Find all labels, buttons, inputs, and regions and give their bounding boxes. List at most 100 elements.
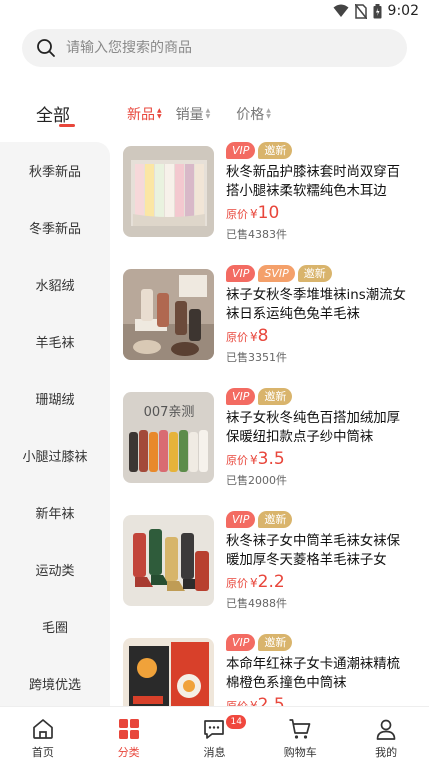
invite-tag: 邀新 (258, 142, 293, 159)
price-row: 原价 ¥ 8 (226, 326, 411, 346)
sidebar-item-label: 运动类 (35, 564, 75, 579)
sidebar-item-label: 水貂绒 (35, 279, 75, 294)
category-sidebar: 秋季新品 冬季新品 水貂绒 羊毛袜 珊瑚绒 小腿过膝袜 新年袜 运动类 毛圈 跨… (0, 142, 110, 706)
svip-tag: SVIP (258, 265, 295, 282)
sidebar-item-label: 跨境优选 (28, 678, 81, 693)
sold-count: 已售2000件 (226, 474, 287, 487)
nav-label: 我的 (375, 746, 398, 759)
product-title[interactable]: 袜子女秋冬纯色百搭加绒加厚保暖纽扣款点子纱中筒袜 (226, 409, 411, 447)
price-value: 2.2 (257, 572, 285, 592)
sort-tab-price[interactable]: 价格 ▲ ▼ (236, 104, 271, 124)
sidebar-item-wool[interactable]: 羊毛袜 (0, 313, 110, 370)
cart-icon (289, 719, 311, 739)
no-sim-icon (354, 3, 367, 19)
currency-symbol: ¥ (250, 576, 258, 590)
wifi-icon (333, 4, 349, 17)
vip-tag: VIP (226, 634, 256, 651)
price-row: 原价 ¥ 10 (226, 203, 411, 223)
nav-label: 购物车 (283, 746, 317, 759)
vip-tag: VIP (226, 511, 256, 528)
product-title[interactable]: 秋冬袜子女中筒羊毛袜女袜保暖加厚冬天菱格羊毛袜子女 (226, 532, 411, 570)
price-label: 原价 (226, 577, 248, 590)
product-image[interactable]: 007亲测 (123, 392, 214, 483)
sidebar-item-autumn-new[interactable]: 秋季新品 (0, 142, 110, 199)
product-image[interactable] (123, 269, 214, 360)
product-card[interactable]: 007亲测 VIP 邀新 袜子女秋冬纯色百搭加绒加厚保暖纽扣款点子纱中筒袜 原价… (123, 386, 419, 509)
product-title[interactable]: 本命年红袜子女卡通潮袜精梳棉橙色系撞色中筒袜 (226, 655, 411, 693)
product-image[interactable] (123, 638, 214, 706)
bottom-nav: 首页 分类 14 消息 购物车 我的 (0, 706, 429, 764)
sidebar-item-new-year[interactable]: 新年袜 (0, 484, 110, 541)
nav-home[interactable]: 首页 (0, 707, 86, 764)
sidebar-item-label: 毛圈 (41, 621, 68, 636)
product-list: VIP 邀新 秋冬新品护膝袜套时尚双穿百搭小腿袜柔软糯纯色木耳边 原价 ¥ 10… (123, 140, 419, 706)
invite-tag: 邀新 (258, 388, 293, 405)
sort-tab-new[interactable]: 新品 ▲ ▼ (127, 104, 162, 124)
price-label: 原价 (226, 454, 248, 467)
sidebar-item-label: 秋季新品 (28, 165, 81, 180)
sort-arrows-icon: ▲ ▼ (157, 107, 162, 120)
sort-tab-label: 新品 (127, 107, 155, 123)
invite-tag: 邀新 (297, 265, 332, 282)
sidebar-item-winter-new[interactable]: 冬季新品 (0, 199, 110, 256)
profile-icon (376, 719, 396, 740)
price-value: 2.5 (257, 695, 285, 706)
price-row: 原价 ¥ 2.5 (226, 695, 411, 706)
currency-symbol: ¥ (250, 699, 258, 706)
sort-tabs: 新品 ▲ ▼ 销量 ▲ ▼ 价格 ▲ ▼ (127, 104, 285, 124)
sort-arrows-icon: ▲ ▼ (205, 107, 211, 120)
message-badge: 14 (226, 715, 246, 729)
nav-label: 首页 (31, 746, 54, 759)
nav-label: 分类 (117, 746, 140, 759)
price-label: 原价 (226, 331, 248, 344)
nav-profile[interactable]: 我的 (343, 707, 429, 764)
price-value: 3.5 (257, 449, 285, 469)
all-underline (59, 124, 75, 127)
vip-tag: VIP (226, 265, 256, 282)
sort-arrows-icon: ▲ ▼ (266, 107, 271, 120)
nav-cart[interactable]: 购物车 (257, 707, 343, 764)
currency-symbol: ¥ (250, 453, 258, 467)
sidebar-item-coral-fleece[interactable]: 珊瑚绒 (0, 370, 110, 427)
sold-count: 已售4988件 (226, 597, 287, 610)
product-title[interactable]: 秋冬新品护膝袜套时尚双穿百搭小腿袜柔软糯纯色木耳边 (226, 163, 411, 201)
price-row: 原价 ¥ 3.5 (226, 449, 411, 469)
sidebar-item-mink[interactable]: 水貂绒 (0, 256, 110, 313)
nav-category[interactable]: 分类 (86, 707, 172, 764)
sold-count: 已售3351件 (226, 351, 287, 364)
search-icon[interactable] (36, 38, 56, 58)
product-card[interactable]: VIP SVIP 邀新 袜子女秋冬季堆堆袜ins潮流女袜日系运纯色兔羊毛袜 原价… (123, 263, 419, 386)
vip-tag: VIP (226, 388, 256, 405)
product-image[interactable] (123, 146, 214, 237)
thumb-caption: 007亲测 (144, 405, 195, 420)
message-icon (204, 720, 225, 739)
nav-label: 消息 (203, 746, 226, 759)
sidebar-item-label: 小腿过膝袜 (22, 450, 88, 465)
price-label: 原价 (226, 698, 248, 706)
battery-icon (373, 3, 382, 18)
product-card[interactable]: VIP 邀新 本命年红袜子女卡通潮袜精梳棉橙色系撞色中筒袜 原价 ¥ 2.5 (123, 632, 419, 706)
nav-messages[interactable]: 14 消息 (172, 707, 258, 764)
sidebar-item-label: 羊毛袜 (35, 336, 75, 351)
search-input[interactable] (66, 40, 366, 56)
home-icon (33, 719, 53, 739)
invite-tag: 邀新 (258, 634, 293, 651)
currency-symbol: ¥ (250, 207, 258, 221)
sidebar-item-sports[interactable]: 运动类 (0, 541, 110, 598)
sidebar-item-over-knee[interactable]: 小腿过膝袜 (0, 427, 110, 484)
sidebar-item-terry[interactable]: 毛圈 (0, 598, 110, 655)
sort-tab-sales[interactable]: 销量 ▲ ▼ (176, 104, 211, 124)
sort-tab-label: 价格 (236, 107, 265, 123)
price-row: 原价 ¥ 2.2 (226, 572, 411, 592)
price-value: 8 (257, 326, 269, 346)
product-card[interactable]: VIP 邀新 秋冬袜子女中筒羊毛袜女袜保暖加厚冬天菱格羊毛袜子女 原价 ¥ 2.… (123, 509, 419, 632)
sold-count: 已售4383件 (226, 228, 287, 241)
all-categories-label[interactable]: 全部 (36, 101, 70, 126)
product-image[interactable] (123, 515, 214, 606)
product-card[interactable]: VIP 邀新 秋冬新品护膝袜套时尚双穿百搭小腿袜柔软糯纯色木耳边 原价 ¥ 10… (123, 140, 419, 263)
search-bar[interactable] (22, 29, 407, 67)
price-value: 10 (257, 203, 280, 223)
sidebar-item-label: 珊瑚绒 (35, 393, 75, 408)
product-title[interactable]: 袜子女秋冬季堆堆袜ins潮流女袜日系运纯色兔羊毛袜 (226, 286, 411, 324)
sidebar-item-cross-border[interactable]: 跨境优选 (0, 655, 110, 706)
